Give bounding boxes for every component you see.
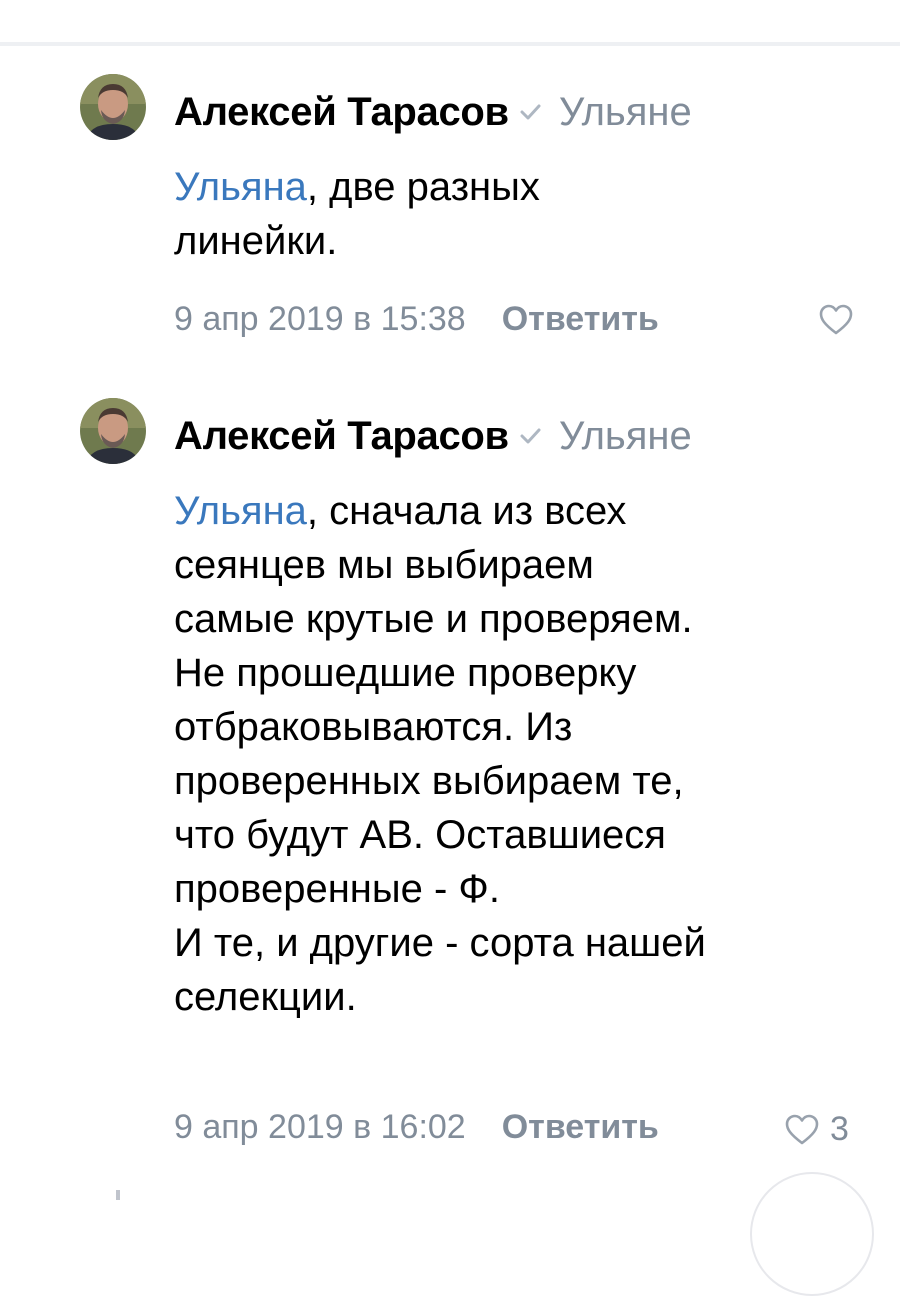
comment: Алексей Тарасов Ульяне Ульяна, сначала и… (0, 398, 900, 1158)
heart-outline-icon (784, 1114, 820, 1146)
reply-button[interactable]: Ответить (502, 300, 659, 339)
comment-date[interactable]: 9 апр 2019 в 16:02 (174, 1108, 466, 1147)
avatar[interactable] (80, 398, 146, 464)
like-button[interactable]: 3 (784, 1110, 849, 1149)
comment-date[interactable]: 9 апр 2019 в 15:38 (174, 300, 466, 339)
heart-outline-icon (818, 304, 854, 336)
author-name[interactable]: Алексей Тарасов (174, 414, 509, 459)
avatar-photo (80, 398, 146, 464)
floating-action-button[interactable] (750, 1172, 874, 1296)
comment-body: , сначала из всех сеянцев мы выбираем са… (174, 489, 706, 1019)
comment-header: Алексей Тарасов Ульяне (174, 410, 692, 462)
comment-meta: 9 апр 2019 в 16:02 Ответить (174, 1102, 659, 1152)
reply-to-name[interactable]: Ульяне (559, 90, 692, 135)
comment-text: Ульяна, две разных линейки. (174, 160, 874, 268)
author-name[interactable]: Алексей Тарасов (174, 90, 509, 135)
like-button[interactable] (818, 304, 854, 336)
comment-header: Алексей Тарасов Ульяне (174, 86, 692, 138)
avatar[interactable] (80, 74, 146, 140)
reply-to-name[interactable]: Ульяне (559, 414, 692, 459)
mention-link[interactable]: Ульяна (174, 165, 307, 209)
top-divider (0, 42, 900, 46)
mention-link[interactable]: Ульяна (174, 489, 307, 533)
comment-text: Ульяна, сначала из всех сеянцев мы выбир… (174, 484, 874, 1024)
check-icon (519, 103, 541, 121)
comment-meta: 9 апр 2019 в 15:38 Ответить (174, 294, 659, 344)
avatar-photo (80, 74, 146, 140)
reply-button[interactable]: Ответить (502, 1108, 659, 1147)
next-comment-avatar-edge (116, 1190, 120, 1200)
check-icon (519, 427, 541, 445)
comment: Алексей Тарасов Ульяне Ульяна, две разны… (0, 74, 900, 374)
like-count: 3 (830, 1110, 849, 1148)
